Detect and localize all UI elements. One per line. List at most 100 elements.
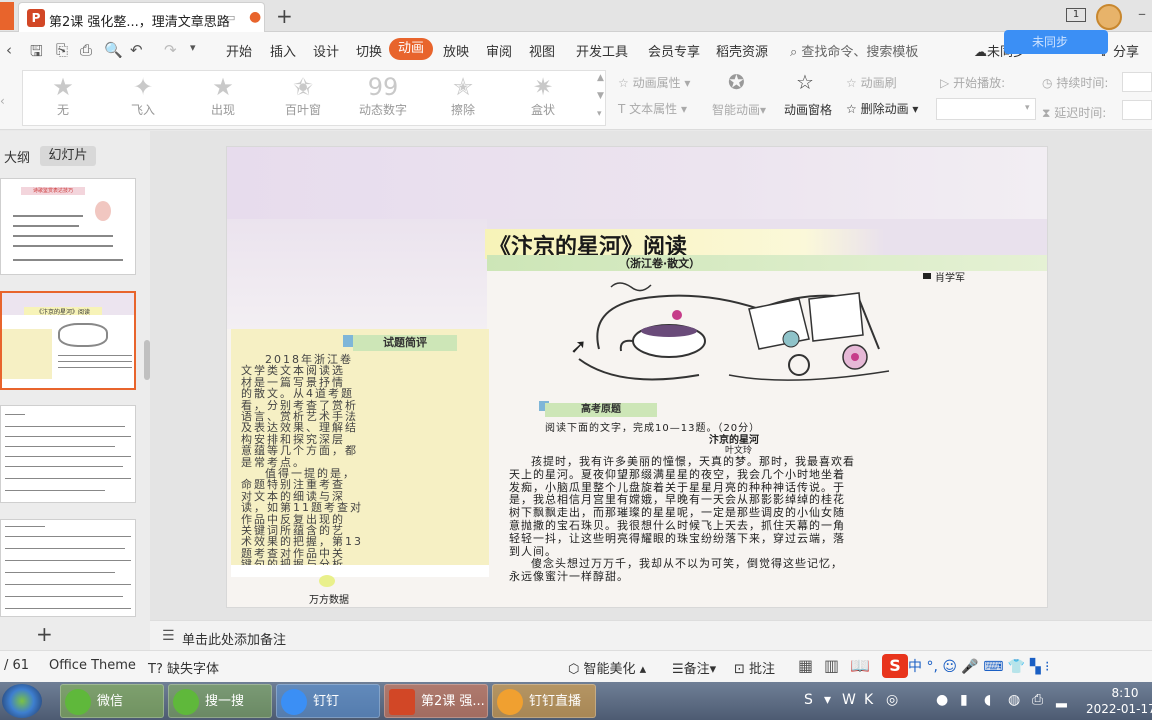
anim-box[interactable]: ✷ 盒状 [503, 71, 583, 127]
menu-view[interactable]: 视图 [529, 41, 555, 60]
anim-appear[interactable]: ★ 出现 [183, 71, 263, 127]
delay-input[interactable] [1122, 100, 1152, 120]
notes-toggle-icon: ☰ [672, 662, 684, 677]
menu-member[interactable]: 会员专享 [648, 41, 700, 60]
tray-printer-icon[interactable]: ⎙ [1032, 692, 1043, 708]
tray-network-icon[interactable]: ▂ [1056, 692, 1067, 708]
gallery-up-icon[interactable]: ▲ [597, 73, 604, 83]
anim-pane-button[interactable]: 动画窗格 [784, 101, 832, 118]
menu-animation[interactable]: 动画 [389, 38, 433, 60]
taskbar-dingtalk[interactable]: 钉钉 [276, 684, 380, 718]
menu-home[interactable]: 开始 [226, 41, 252, 60]
menu-developer[interactable]: 开发工具 [576, 41, 628, 60]
menu-review[interactable]: 审阅 [486, 41, 512, 60]
slide-thumbnail-3[interactable] [0, 405, 136, 503]
tray-wechat-icon[interactable]: ◍ [1008, 692, 1020, 708]
ime-toolbar[interactable]: 中 °, ☺ 🎤 ⌨ 👕 ▚ ⁝ [908, 656, 1049, 676]
tray-app-icon[interactable]: ◎ [886, 692, 898, 708]
start-button[interactable] [2, 684, 42, 718]
chevron-left-icon[interactable]: ‹ [6, 41, 12, 59]
clock-date[interactable]: 2022-01-17 [1086, 702, 1152, 716]
anim-brush-button[interactable]: ☆ 动画刷 [846, 74, 897, 91]
comments-button[interactable]: ⊡ 批注 [734, 658, 775, 677]
redo-icon[interactable]: ↷ [164, 41, 177, 59]
window-count-icon[interactable]: 1 [1066, 8, 1086, 22]
menu-slideshow[interactable]: 放映 [443, 41, 469, 60]
user-avatar[interactable] [1096, 4, 1122, 30]
menu-transition[interactable]: 切换 [356, 41, 382, 60]
tray-green-icon[interactable]: ● [936, 692, 948, 708]
tray-pin-icon[interactable]: ▾ [824, 692, 831, 708]
undo-icon[interactable]: ↶ [130, 41, 143, 59]
thumb-illustration [58, 323, 108, 347]
smart-anim-button[interactable]: 智能动画▾ [712, 101, 766, 118]
slide-thumbnail-4[interactable] [0, 519, 136, 617]
tray-volume-icon[interactable]: ◖ [984, 692, 991, 708]
slide-thumbnail-1[interactable]: 诗歌鉴赏表达技巧 [0, 178, 136, 275]
quick-access-dropdown-icon[interactable]: ▾ [190, 41, 196, 54]
taskbar-wechat[interactable]: 微信 [60, 684, 164, 718]
search-one-icon [173, 689, 199, 715]
taskbar-dingtalk-live[interactable]: 钉钉直播 [492, 684, 596, 718]
slide-sorter-icon[interactable]: ▥ [824, 656, 839, 675]
reading-view-icon[interactable]: 📖 [850, 656, 870, 675]
menu-docer[interactable]: 稻壳资源 [716, 41, 768, 60]
slide-left-band [227, 219, 487, 329]
text-props-button[interactable]: T 文本属性 ▾ [618, 100, 687, 117]
anim-blinds[interactable]: ✬ 百叶窗 [263, 71, 343, 127]
normal-view-icon[interactable]: ▦ [798, 656, 813, 675]
tray-battery-icon[interactable]: ▮ [960, 692, 968, 708]
print-preview-icon[interactable]: 🔍 [104, 41, 123, 59]
delete-anim-button[interactable]: ☆ 删除动画 ▾ [846, 100, 918, 117]
duration-text: 持续时间: [1056, 76, 1109, 90]
notes-toggle-button[interactable]: ☰备注▾ [672, 658, 716, 677]
taskbar-search[interactable]: 搜一搜 [168, 684, 272, 718]
anim-wipe[interactable]: ✭ 擦除 [423, 71, 503, 127]
missing-font-button[interactable]: T? 缺失字体 [148, 658, 219, 677]
minimize-icon[interactable]: – [1138, 4, 1146, 23]
new-tab-button[interactable]: + [276, 4, 293, 28]
star-blinds-icon: ✬ [292, 73, 314, 101]
save-icon[interactable]: 🖫 [30, 41, 43, 66]
document-tab[interactable]: P 第2课 强化整...，理清文章思路 ▭ ● [18, 2, 265, 32]
window-icon[interactable]: ▭ [225, 11, 235, 24]
clock-time[interactable]: 8:10 [1098, 686, 1152, 700]
thumb-title: 诗歌鉴赏表达技巧 [21, 187, 85, 195]
notes-toggle-label: 备注 [683, 662, 710, 677]
clock-icon: ◷ [1042, 76, 1053, 90]
anim-props-button[interactable]: ☆ 动画属性 ▾ [618, 74, 690, 91]
outline-tab[interactable]: 大纲 [4, 147, 30, 166]
theme-name[interactable]: Office Theme [49, 658, 136, 673]
notes-placeholder[interactable]: 单击此处添加备注 [182, 629, 286, 648]
slide-thumbnail-2[interactable]: 《汴京的星河》阅读 [0, 291, 136, 390]
duration-input[interactable] [1122, 72, 1152, 92]
notes-icon: ☰ [162, 628, 175, 644]
anim-dynamic-number[interactable]: 99 动态数字 [343, 71, 423, 127]
menu-design[interactable]: 设计 [313, 41, 339, 60]
taskbar-wps-ppt[interactable]: 第2课 强... [384, 684, 488, 718]
review-heading: 试题简评 [353, 335, 457, 351]
tray-wps-icon[interactable]: W [842, 692, 856, 708]
export-icon[interactable]: ⎘ [56, 41, 68, 59]
current-slide[interactable]: 《汴京的星河》阅读 （浙江卷·散文） 肖学军 试题简评 2018年浙江卷 文学类文… [226, 146, 1048, 608]
ribbon-scroll-left-icon[interactable]: ‹ [0, 94, 5, 108]
add-slide-button[interactable]: + [36, 622, 53, 646]
start-play-select[interactable]: ▾ [936, 98, 1036, 120]
app-menu-edge[interactable] [0, 2, 14, 30]
notes-bar[interactable] [150, 620, 1152, 650]
ppt-file-icon: P [27, 9, 45, 27]
smart-beautify-button[interactable]: ⬡ 智能美化 ▴ [568, 658, 646, 677]
anim-box-label: 盒状 [530, 103, 555, 117]
sogou-ime-icon[interactable]: S [882, 654, 908, 678]
slides-tab[interactable]: 幻灯片 [40, 146, 96, 166]
search-box[interactable]: ⌕ 查找命令、搜索模板 [790, 41, 918, 60]
menu-insert[interactable]: 插入 [270, 41, 296, 60]
tray-k-icon[interactable]: K [864, 692, 873, 708]
animation-gallery: ★ 无 ✦ 飞入 ★ 出现 ✬ 百叶窗 99 动态数字 ✭ 擦除 ✷ 盒状 ▲ ▼ ▾ [22, 70, 606, 126]
print-icon[interactable]: ⎙ [80, 41, 92, 59]
anim-none[interactable]: ★ 无 [23, 71, 103, 127]
anim-fly-in[interactable]: ✦ 飞入 [103, 71, 183, 127]
gallery-expand-icon[interactable]: ▾ [597, 109, 602, 119]
tray-sogou-icon[interactable]: S [804, 692, 813, 708]
gallery-down-icon[interactable]: ▼ [597, 91, 604, 101]
